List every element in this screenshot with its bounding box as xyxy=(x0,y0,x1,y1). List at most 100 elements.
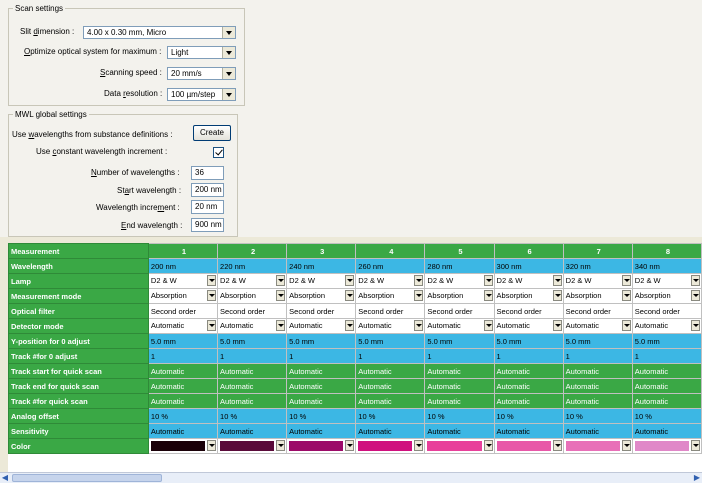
chevron-down-icon[interactable] xyxy=(483,290,493,301)
grid-cell[interactable]: Absorption xyxy=(493,288,564,304)
chevron-down-icon[interactable] xyxy=(621,320,631,331)
grid-cell[interactable] xyxy=(631,438,702,454)
grid-cell[interactable]: D2 & W xyxy=(493,273,564,289)
grid-cell[interactable]: 5.0 mm xyxy=(217,333,288,349)
color-select[interactable] xyxy=(426,440,493,452)
grid-cell[interactable]: 1 xyxy=(493,348,564,364)
cell-select[interactable]: Absorption xyxy=(565,290,631,302)
grid-cell[interactable]: Automatic xyxy=(562,393,633,409)
grid-cell[interactable]: 240 nm xyxy=(286,258,357,274)
grid-cell[interactable]: D2 & W xyxy=(562,273,633,289)
cell-select[interactable]: Automatic xyxy=(150,320,217,332)
grid-cell[interactable]: Automatic xyxy=(147,393,219,409)
optimize-select[interactable]: Light xyxy=(167,46,236,59)
cell-select[interactable]: Automatic xyxy=(565,320,631,332)
chevron-down-icon[interactable] xyxy=(207,290,217,301)
chevron-down-icon[interactable] xyxy=(552,290,562,301)
grid-cell[interactable]: 340 nm xyxy=(631,258,702,274)
grid-cell[interactable]: Automatic xyxy=(631,378,702,394)
grid-cell[interactable]: Absorption xyxy=(217,288,288,304)
grid-cell[interactable]: Automatic xyxy=(355,378,426,394)
grid-cell[interactable]: Absorption xyxy=(562,288,633,304)
grid-cell[interactable]: Second order xyxy=(631,303,702,319)
cell-select[interactable]: Automatic xyxy=(288,320,355,332)
grid-cell[interactable]: D2 & W xyxy=(355,273,426,289)
column-header[interactable]: 3 xyxy=(286,243,357,259)
cell-select[interactable]: Absorption xyxy=(219,290,286,302)
grid-cell[interactable]: Automatic xyxy=(286,423,357,439)
end-wavelength-field[interactable]: 900 nm xyxy=(191,218,224,232)
chevron-down-icon[interactable] xyxy=(552,275,562,286)
grid-cell[interactable]: 10 % xyxy=(562,408,633,424)
horizontal-scrollbar[interactable]: ◀ ▶ xyxy=(0,472,702,483)
cell-select[interactable]: D2 & W xyxy=(634,275,700,287)
wavelength-increment-field[interactable]: 20 nm xyxy=(191,200,224,214)
grid-cell[interactable] xyxy=(424,438,495,454)
grid-cell[interactable]: 10 % xyxy=(631,408,702,424)
grid-cell[interactable]: Automatic xyxy=(355,423,426,439)
grid-cell[interactable]: Absorption xyxy=(631,288,702,304)
color-select[interactable] xyxy=(150,440,217,452)
grid-cell[interactable]: Automatic xyxy=(147,423,219,439)
cell-select[interactable]: D2 & W xyxy=(496,275,562,287)
chevron-down-icon[interactable] xyxy=(222,68,235,79)
grid-cell[interactable]: Automatic xyxy=(424,423,495,439)
grid-cell[interactable]: Absorption xyxy=(286,288,357,304)
create-button[interactable]: Create xyxy=(193,125,231,141)
grid-cell[interactable]: 300 nm xyxy=(493,258,564,274)
grid-cell[interactable]: Second order xyxy=(217,303,288,319)
grid-cell[interactable]: 260 nm xyxy=(355,258,426,274)
grid-cell[interactable]: Automatic xyxy=(562,363,633,379)
grid-cell[interactable]: D2 & W xyxy=(286,273,357,289)
grid-cell[interactable] xyxy=(286,438,357,454)
chevron-down-icon[interactable] xyxy=(414,290,424,301)
start-wavelength-field[interactable]: 200 nm xyxy=(191,183,224,197)
grid-cell[interactable]: Second order xyxy=(424,303,495,319)
scroll-thumb[interactable] xyxy=(12,474,162,482)
chevron-down-icon[interactable] xyxy=(621,440,631,451)
grid-cell[interactable]: Automatic xyxy=(355,393,426,409)
column-header[interactable]: 1 xyxy=(147,243,219,259)
grid-cell[interactable]: 10 % xyxy=(355,408,426,424)
grid-cell[interactable]: Automatic xyxy=(493,378,564,394)
grid-cell[interactable]: 320 nm xyxy=(562,258,633,274)
grid-cell[interactable]: Automatic xyxy=(286,318,357,334)
chevron-down-icon[interactable] xyxy=(276,275,286,286)
color-select[interactable] xyxy=(496,440,562,452)
grid-cell[interactable]: Automatic xyxy=(286,378,357,394)
grid-cell[interactable]: Automatic xyxy=(562,378,633,394)
grid-cell[interactable]: Second order xyxy=(562,303,633,319)
grid-cell[interactable]: 10 % xyxy=(493,408,564,424)
chevron-down-icon[interactable] xyxy=(552,440,562,451)
chevron-down-icon[interactable] xyxy=(222,47,235,58)
grid-cell[interactable]: Absorption xyxy=(424,288,495,304)
column-header[interactable]: 5 xyxy=(424,243,495,259)
chevron-down-icon[interactable] xyxy=(207,440,217,451)
grid-cell[interactable]: 5.0 mm xyxy=(286,333,357,349)
grid-cell[interactable] xyxy=(355,438,426,454)
cell-select[interactable]: Automatic xyxy=(634,320,700,332)
chevron-down-icon[interactable] xyxy=(414,440,424,451)
grid-cell[interactable]: Automatic xyxy=(217,363,288,379)
cell-select[interactable]: Absorption xyxy=(150,290,217,302)
grid-cell[interactable]: Automatic xyxy=(286,363,357,379)
chevron-down-icon[interactable] xyxy=(222,89,235,100)
chevron-down-icon[interactable] xyxy=(621,275,631,286)
chevron-down-icon[interactable] xyxy=(345,320,355,331)
scanning-speed-select[interactable]: 20 mm/s xyxy=(167,67,236,80)
chevron-down-icon[interactable] xyxy=(414,320,424,331)
grid-cell[interactable]: 1 xyxy=(217,348,288,364)
cell-select[interactable]: Absorption xyxy=(357,290,424,302)
cell-select[interactable]: D2 & W xyxy=(426,275,493,287)
grid-cell[interactable]: Absorption xyxy=(355,288,426,304)
grid-cell[interactable]: Absorption xyxy=(147,288,219,304)
grid-cell[interactable]: 10 % xyxy=(217,408,288,424)
grid-cell[interactable]: 5.0 mm xyxy=(147,333,219,349)
cell-select[interactable]: Automatic xyxy=(357,320,424,332)
grid-cell[interactable]: Automatic xyxy=(562,318,633,334)
color-select[interactable] xyxy=(219,440,286,452)
constant-increment-checkbox[interactable] xyxy=(213,147,224,158)
grid-cell[interactable]: 10 % xyxy=(147,408,219,424)
chevron-down-icon[interactable] xyxy=(483,440,493,451)
grid-cell[interactable]: Automatic xyxy=(147,318,219,334)
